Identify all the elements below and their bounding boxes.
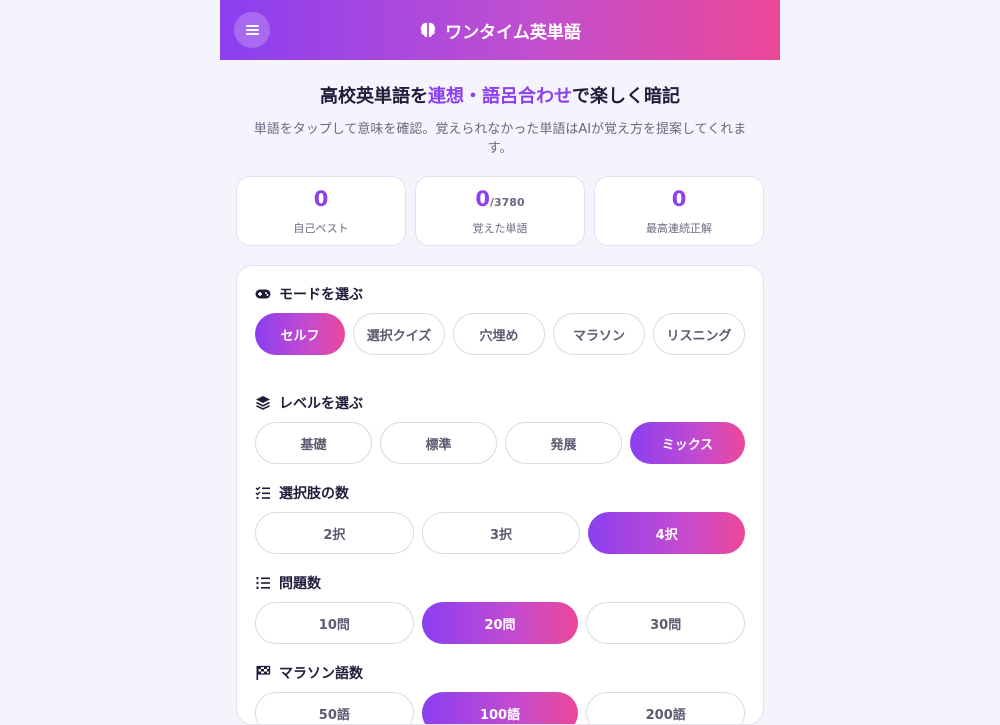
choices-option-2[interactable]: 2択 — [255, 512, 414, 554]
app-title: ワンタイム英単語 — [445, 22, 581, 43]
app-container: ワンタイム英単語 高校英単語を連想・語呂合わせで楽しく暗記 単語をタップして意味… — [220, 0, 780, 725]
marathon-option-50[interactable]: 50語 — [255, 692, 414, 724]
gamepad-icon — [255, 289, 271, 299]
choices-option-3[interactable]: 3択 — [421, 512, 581, 554]
stat-label: 覚えた単語 — [472, 222, 528, 235]
stat-label: 自己ベスト — [293, 222, 349, 235]
questions-options: 10問 20問 30問 — [255, 602, 746, 644]
marathon-option-100[interactable]: 100語 — [421, 692, 579, 724]
questions-option-10[interactable]: 10問 — [255, 602, 414, 644]
mode-options: セルフ 選択クイズ 穴埋め マラソン リスニング — [255, 313, 745, 355]
level-option-advanced[interactable]: 発展 — [505, 422, 622, 464]
mode-option-choice-quiz[interactable]: 選択クイズ — [353, 313, 445, 355]
headline-highlight: 連想・語呂合わせ — [428, 86, 572, 107]
flag-icon — [256, 665, 271, 680]
stat-value: 0 — [313, 187, 329, 211]
stat-best: 0 自己ベスト — [236, 176, 406, 246]
headline-suffix: で楽しく暗記 — [572, 86, 680, 107]
numbered-list-icon — [256, 577, 270, 589]
marathon-section-title: マラソン語数 — [255, 663, 745, 683]
stat-streak: 0 最高連続正解 — [594, 176, 764, 246]
choices-option-4[interactable]: 4択 — [588, 512, 746, 554]
stat-value: 0/3780 — [475, 187, 525, 211]
stat-value: 0 — [671, 187, 687, 211]
checklist-icon — [255, 486, 270, 499]
choices-options: 2択 3択 4択 — [255, 512, 746, 554]
level-options: 基礎 標準 発展 ミックス — [255, 422, 745, 464]
mode-section-title: モードを選ぶ — [255, 284, 745, 304]
brain-icon — [420, 22, 436, 38]
stats-row: 0 自己ベスト 0/3780 覚えた単語 0 最高連続正解 — [236, 176, 764, 246]
brand: ワンタイム英単語 — [419, 18, 581, 43]
hamburger-icon — [245, 25, 259, 35]
marathon-option-200[interactable]: 200語 — [586, 692, 746, 724]
page-headline: 高校英単語を連想・語呂合わせで楽しく暗記 — [220, 82, 780, 108]
choices-section-title: 選択肢の数 — [255, 483, 745, 503]
top-bar: ワンタイム英単語 — [220, 0, 780, 60]
settings-card: モードを選ぶ セルフ 選択クイズ 穴埋め マラソン リスニング レベルを選ぶ 基… — [236, 265, 764, 725]
mode-option-listening[interactable]: リスニング — [653, 313, 745, 355]
marathon-options: 50語 100語 200語 — [255, 692, 746, 724]
mode-option-self[interactable]: セルフ — [255, 313, 345, 355]
mode-option-marathon[interactable]: マラソン — [553, 313, 645, 355]
stat-learned: 0/3780 覚えた単語 — [415, 176, 585, 246]
headline-prefix: 高校英単語を — [320, 86, 428, 107]
stat-label: 最高連続正解 — [646, 222, 712, 235]
questions-section-title: 問題数 — [255, 573, 745, 593]
menu-button[interactable] — [234, 12, 270, 48]
level-section-title: レベルを選ぶ — [255, 393, 745, 413]
level-option-basic[interactable]: 基礎 — [255, 422, 372, 464]
page-subtitle: 単語をタップして意味を確認。覚えられなかった単語はAIが覚え方を提案してくれます… — [253, 122, 747, 156]
layers-icon — [256, 396, 270, 410]
questions-option-30[interactable]: 30問 — [586, 602, 746, 644]
level-option-standard[interactable]: 標準 — [380, 422, 497, 464]
level-option-mix[interactable]: ミックス — [630, 422, 745, 464]
questions-option-20[interactable]: 20問 — [421, 602, 579, 644]
mode-option-fill-blank[interactable]: 穴埋め — [453, 313, 545, 355]
